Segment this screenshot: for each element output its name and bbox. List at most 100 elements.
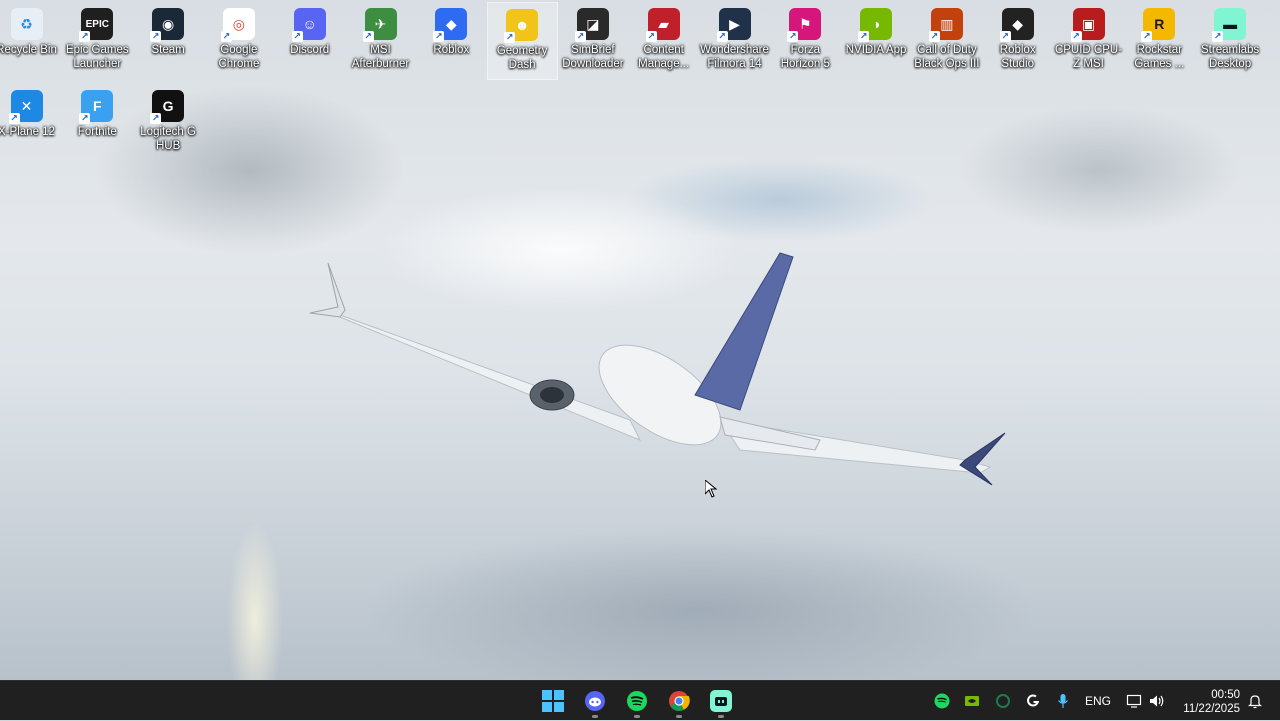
icon-glyph: ◎ xyxy=(232,15,245,32)
icon-glyph: ✈ xyxy=(374,15,387,32)
taskbar-chrome-button[interactable] xyxy=(663,685,695,718)
shortcut-arrow-icon: ↗ xyxy=(716,31,728,42)
desktop-icon-geometry-dash[interactable]: ☻ ↗ Geometry Dash xyxy=(486,2,558,80)
icon-glyph: ♻ xyxy=(20,15,33,32)
desktop-icon-label: Call of Duty Black Ops III xyxy=(914,44,980,70)
desktop-icon-recycle-bin[interactable]: ♻ Recycle Bin xyxy=(0,2,62,80)
desktop-icon-steam[interactable]: ◉ ↗ Steam xyxy=(133,2,204,80)
icon-glyph: ⚑ xyxy=(799,15,812,32)
chrome-icon: ◎ ↗ xyxy=(220,8,255,42)
desktop-icon-label: Fortnite xyxy=(77,126,117,138)
desktop-icon-chrome[interactable]: ◎ ↗ Google Chrome xyxy=(203,2,274,80)
desktop-icon-label: NVIDIA App xyxy=(845,44,907,56)
desktop-icon-fortnite[interactable]: F ↗ Fortnite xyxy=(62,84,133,162)
desktop-icon-label: Content Manage... xyxy=(638,44,690,70)
clock-time: 00:50 xyxy=(1211,689,1240,701)
desktop-icon-cpuz[interactable]: ▣ ↗ CPUID CPU-Z MSI xyxy=(1053,2,1124,80)
shortcut-arrow-icon: ↗ xyxy=(79,113,91,124)
desktop-icon-logitech-ghub[interactable]: G ↗ Logitech G HUB xyxy=(133,84,204,162)
running-indicator xyxy=(676,715,682,718)
taskbar: ENG 00:50 11/22/2025 xyxy=(0,680,1280,720)
icon-glyph: ☺ xyxy=(302,16,317,32)
notification-bell-icon xyxy=(1248,695,1262,709)
desktop-icon-label: Recycle Bin xyxy=(0,44,57,56)
tray-spotify[interactable] xyxy=(932,681,952,721)
airplane-wallpaper-image xyxy=(309,252,1006,486)
taskbar-discord-button[interactable] xyxy=(579,685,611,718)
nvidia-tray-icon xyxy=(965,696,979,706)
icon-glyph: ▬ xyxy=(1223,16,1238,32)
desktop-icon-epic-games[interactable]: EPIC ↗ Epic Games Launcher xyxy=(62,2,133,80)
desktop-icon-roblox-studio[interactable]: ◆ ↗ Roblox Studio xyxy=(982,2,1053,80)
desktop-icon-label: Wondershare Filmora 14 xyxy=(700,44,769,70)
running-indicator xyxy=(592,715,598,718)
logitech-tray-icon xyxy=(1027,694,1040,707)
system-clock[interactable]: 00:50 11/22/2025 xyxy=(1170,688,1240,716)
simbrief-icon: ◪ ↗ xyxy=(574,8,609,42)
desktop-icon-discord[interactable]: ☺ ↗ Discord xyxy=(274,2,345,80)
microphone-icon xyxy=(1058,694,1068,708)
desktop-icon-filmora[interactable]: ▶ ↗ Wondershare Filmora 14 xyxy=(699,2,770,80)
desktop-icon-streamlabs[interactable]: ▬ ↗ Streamlabs Desktop xyxy=(1195,2,1266,80)
taskbar-streamlabs-button[interactable] xyxy=(705,685,737,718)
desktop-icon-label: Epic Games Launcher xyxy=(65,44,129,70)
discord-icon xyxy=(585,691,605,711)
streamlabs-icon xyxy=(710,690,732,712)
desktop-icon-roblox[interactable]: ◆ ↗ Roblox xyxy=(416,2,487,80)
desktop-icon-nvidia[interactable]: ◑ ↗ NVIDIA App xyxy=(841,2,912,80)
shortcut-arrow-icon: ↗ xyxy=(1141,31,1153,42)
forza-icon: ⚑ ↗ xyxy=(787,8,822,42)
notification-center-button[interactable] xyxy=(1245,681,1265,721)
desktop-icon-label: Rockstar Games ... xyxy=(1134,44,1185,70)
xplane-icon: ✕ ↗ xyxy=(8,90,43,124)
desktop-icon-label: Google Chrome xyxy=(218,44,260,70)
shortcut-arrow-icon: ↗ xyxy=(787,31,799,42)
streamlabs-icon: ▬ ↗ xyxy=(1212,8,1247,42)
icon-glyph: ▣ xyxy=(1081,15,1096,32)
rockstar-icon: R ↗ xyxy=(1141,8,1176,42)
running-indicator xyxy=(718,715,724,718)
desktop-icon-label: Streamlabs Desktop xyxy=(1201,44,1260,70)
icon-glyph: G xyxy=(162,98,174,114)
call-of-duty-icon: ▥ ↗ xyxy=(928,8,963,42)
spotify-icon xyxy=(627,691,647,711)
shortcut-arrow-icon: ↗ xyxy=(1070,31,1082,42)
circle-tray-icon xyxy=(996,694,1010,708)
start-button[interactable] xyxy=(537,685,569,717)
desktop-icon-content-manager[interactable]: ▰ ↗ Content Manage... xyxy=(628,2,699,80)
network-icon xyxy=(1126,694,1142,708)
recycle-bin-icon: ♻ xyxy=(10,8,43,40)
desktop-icon-msi-afterburner[interactable]: ✈ ↗ MSI Afterburner xyxy=(345,2,416,80)
windows-start-icon xyxy=(542,690,564,712)
tray-circle-app[interactable] xyxy=(993,681,1013,721)
desktop-icon-rockstar[interactable]: R ↗ Rockstar Games ... xyxy=(1124,2,1195,80)
spotify-tray-icon xyxy=(934,693,950,709)
tray-volume[interactable] xyxy=(1147,681,1167,721)
desktop-icon-forza[interactable]: ⚑ ↗ Forza Horizon 5 xyxy=(770,2,841,80)
shortcut-arrow-icon: ↗ xyxy=(858,31,870,42)
shortcut-arrow-icon: ↗ xyxy=(645,31,657,42)
tray-nvidia[interactable] xyxy=(962,681,982,721)
desktop-icon-call-of-duty[interactable]: ▥ ↗ Call of Duty Black Ops III xyxy=(911,2,982,80)
desktop-icon-xplane[interactable]: ✕ ↗ X-Plane 12 xyxy=(0,84,62,162)
shortcut-arrow-icon: ↗ xyxy=(150,113,162,124)
shortcut-arrow-icon: ↗ xyxy=(999,31,1011,42)
clock-date: 11/22/2025 xyxy=(1183,703,1240,715)
shortcut-arrow-icon: ↗ xyxy=(362,31,374,42)
icon-glyph: ◑ xyxy=(871,16,881,32)
icon-glyph: R xyxy=(1154,16,1165,32)
tray-network[interactable] xyxy=(1124,681,1144,721)
desktop-icon-label: Geometry Dash xyxy=(496,45,548,71)
taskbar-spotify-button[interactable] xyxy=(621,685,653,718)
icon-glyph: ☻ xyxy=(514,17,530,33)
tray-logitech[interactable] xyxy=(1023,681,1043,721)
geometry-dash-icon: ☻ ↗ xyxy=(504,9,539,43)
desktop-icon-simbrief[interactable]: ◪ ↗ SimBrief Downloader xyxy=(557,2,628,80)
logitech-ghub-icon: G ↗ xyxy=(150,90,185,124)
tray-microphone[interactable] xyxy=(1053,681,1073,721)
shortcut-arrow-icon: ↗ xyxy=(928,31,940,42)
language-indicator[interactable]: ENG xyxy=(1080,681,1116,721)
roblox-icon: ◆ ↗ xyxy=(433,8,468,42)
chrome-icon xyxy=(669,691,690,711)
steam-icon: ◉ ↗ xyxy=(150,8,185,42)
